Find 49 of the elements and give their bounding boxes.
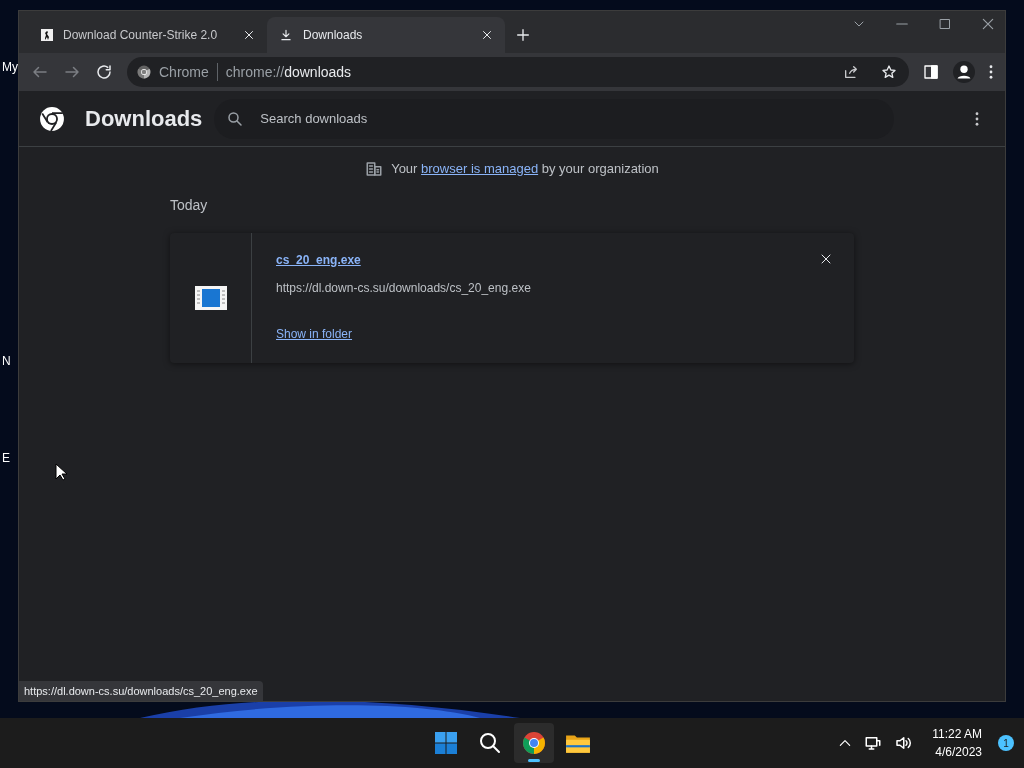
- network-icon[interactable]: [864, 734, 883, 752]
- menu-icon[interactable]: [989, 65, 993, 79]
- cursor-icon: [55, 463, 67, 481]
- url-text: chrome://downloads: [225, 62, 353, 82]
- close-icon[interactable]: [820, 252, 832, 265]
- taskbar-app[interactable]: [514, 723, 554, 763]
- desktop-icon-label[interactable]: My: [2, 58, 18, 76]
- browser-tab[interactable]: Download Counter-Strike 2.0: [29, 17, 267, 53]
- desktop-icon-label[interactable]: N: [2, 352, 11, 370]
- maximize-icon[interactable]: [939, 18, 951, 30]
- new-tab-icon[interactable]: [515, 27, 531, 43]
- windows-icon: [434, 731, 458, 755]
- close-icon[interactable]: [481, 29, 493, 41]
- reload-icon[interactable]: [95, 63, 113, 81]
- building-icon: [365, 159, 384, 178]
- clock-time[interactable]: 11:22 AM: [932, 725, 982, 743]
- search-icon: [226, 109, 245, 128]
- notification-count[interactable]: 1: [998, 735, 1014, 751]
- more-icon[interactable]: [975, 111, 979, 126]
- managed-link[interactable]: browser is managed: [421, 161, 539, 176]
- origin-label: Chrome: [159, 62, 209, 82]
- figure-icon: [41, 29, 53, 41]
- desktop-icon-label[interactable]: E: [2, 449, 10, 467]
- managed-notice: Your browser is managed by your organization: [391, 160, 659, 178]
- clock-date[interactable]: 4/6/2023: [935, 743, 982, 761]
- chrome-icon: [137, 65, 151, 79]
- file-name-link[interactable]: cs_20_eng.exe: [276, 250, 361, 269]
- file-icon: [194, 285, 227, 310]
- folder-icon: [565, 732, 591, 754]
- download-url: https://dl.down-cs.su/downloads/cs_20_eng.exe: [276, 279, 531, 297]
- tab-title: Downloads: [303, 27, 364, 44]
- search-icon: [478, 731, 502, 755]
- page-title: Downloads: [85, 105, 203, 133]
- section-heading: Today: [170, 196, 208, 213]
- address-bar[interactable]: Chrome chrome://downloads: [127, 57, 909, 87]
- close-icon[interactable]: [243, 29, 255, 41]
- browser-tab[interactable]: Downloads: [267, 17, 505, 53]
- share-icon[interactable]: [843, 64, 859, 80]
- profile-icon[interactable]: [953, 61, 975, 83]
- browser-icon: [522, 731, 546, 755]
- volume-icon[interactable]: [894, 734, 913, 752]
- show-in-folder-link[interactable]: Show in folder: [276, 324, 353, 343]
- star-icon[interactable]: [881, 64, 897, 80]
- search-field[interactable]: Search downloads: [214, 98, 895, 139]
- chrome-logo-icon: [39, 105, 65, 132]
- download-icon: [279, 28, 293, 42]
- tab-title: Download Counter-Strike 2.0: [63, 27, 219, 44]
- side-panel-icon[interactable]: [923, 64, 939, 80]
- status-bubble: https://dl.down-cs.su/downloads/cs_20_eng.exe: [19, 680, 263, 701]
